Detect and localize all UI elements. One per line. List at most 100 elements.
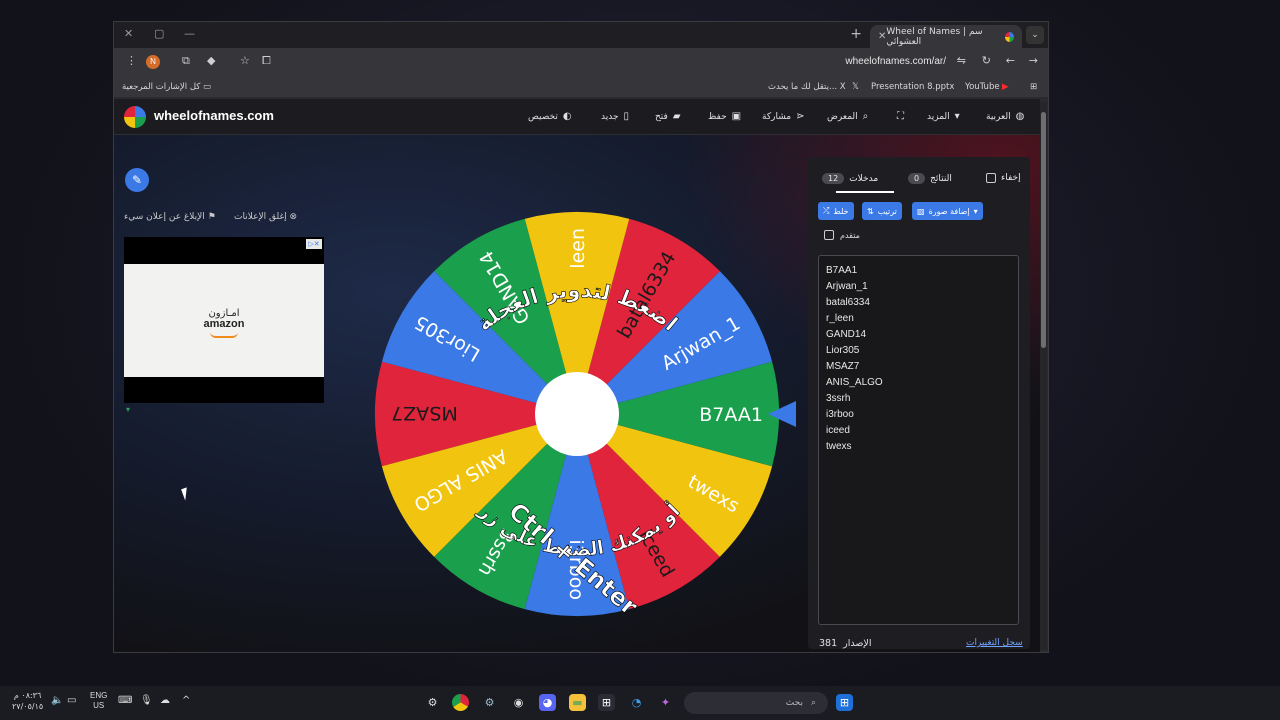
close-circle-icon: ⊗ [289,212,298,222]
file-explorer-icon[interactable]: ▬ [569,694,586,711]
nav-gallery[interactable]: ⌕ المعرض [827,111,868,122]
folder-icon: ▰ [672,111,681,122]
list-item: i3rboo [826,409,854,420]
start-button-icon[interactable]: ⊞ [836,694,853,711]
flag-icon: ⚑ [207,212,216,222]
fullscreen-icon: ⛶ [897,111,904,122]
close-tab-icon[interactable]: ✕ [878,31,886,42]
list-item: MSAZ7 [826,361,860,372]
save-icon: ▣ [731,111,742,122]
hide-toggle[interactable]: إخفاء [986,173,1021,183]
extensions-icon[interactable]: ⧉ [182,54,190,68]
site-settings-icon[interactable]: ⇋ [957,54,966,67]
edge-icon[interactable]: ◔ [628,694,645,711]
nav-new[interactable]: ▯ جديد [601,111,629,122]
volume-icon[interactable]: 🔈 [51,695,63,706]
hide-ads-link[interactable]: إغلق الإعلانات ⊗ [234,212,297,222]
copilot-icon[interactable]: ✦ [657,694,674,711]
advanced-checkbox[interactable] [824,230,834,240]
maximize-icon[interactable]: ▢ [154,27,164,40]
nav-open[interactable]: ▰ فتح [655,111,681,122]
wheel[interactable]: B7AA1 Arjwan_1 batal6334 leen GAND14 Lior305 M… [372,209,782,621]
bookmark-x[interactable]: يتقل لك ما يحدث... X [768,82,846,92]
version-label: الإصدار [843,638,872,649]
app-icon[interactable]: ⚙ [481,694,498,711]
ad-creative[interactable]: امـازون amazon [124,264,324,377]
add-image-button[interactable]: ▾ إضافة صورة ▨ [912,202,983,220]
shuffle-icon: ⤮ [823,206,830,215]
tab-results[interactable]: النتائج 0 [908,173,952,184]
address-bar[interactable]: wheelofnames.com/ar/ [845,56,946,67]
wheel-svg[interactable]: B7AA1Arjwan_1batal6334leenGAND14Lior305M… [372,209,782,621]
nav-customize[interactable]: ◐ تخصيص [528,111,572,122]
bookmark-youtube[interactable]: YouTube [965,82,1000,92]
language-indicator[interactable]: ENG US [90,691,107,711]
version-number: 381 [819,638,838,649]
chevron-up-icon[interactable]: ^ [182,695,190,706]
caret-down-icon: ▾ [973,206,978,216]
nav-language[interactable]: ◍ العربية [986,111,1024,122]
bookmark-star-icon[interactable]: ☆ [240,54,250,67]
share-icon[interactable]: ⧠ [262,54,271,68]
new-tab-button[interactable]: + [850,26,862,42]
list-item: ANIS_ALGO [826,377,883,388]
changelog-link[interactable]: سجل التغييرات [966,638,1023,648]
wheel-slice-label: MSAZ7 [391,402,458,424]
shuffle-button[interactable]: خلط ⤮ [818,202,854,220]
scrollbar-thumb[interactable] [1041,112,1046,348]
clock-date: ٢٧/٠٥/١٥ [12,702,44,711]
back-icon[interactable]: ← [1006,54,1015,67]
settings-gear-icon[interactable]: ⚙ [424,694,441,711]
active-tab-indicator [836,191,894,193]
tab-title: Wheel of Names | سم العشوائي [886,26,983,47]
wheel-center[interactable] [535,372,619,456]
store-icon[interactable]: ⊞ [598,694,615,711]
advertisement[interactable]: امـازون amazon ▷✕ [124,237,324,403]
cloud-icon[interactable]: ☁ [160,695,170,706]
network-icon[interactable]: ▭ [67,695,76,706]
amazon-smile-icon [210,332,238,338]
share-icon: ⋖ [796,111,805,122]
edit-wheel-button[interactable]: ✎ [125,168,149,192]
site-logo[interactable]: wheelofnames.com [154,108,274,123]
nav-fullscreen[interactable]: ⛶ [897,111,904,122]
extension-icon[interactable]: ◆ [207,54,215,67]
reload-icon[interactable]: ↻ [982,54,991,67]
obs-icon[interactable]: ◉ [510,694,527,711]
all-bookmarks[interactable]: كل الإشارات المرجعية ▭ [122,82,211,92]
site-logo-icon[interactable] [124,106,146,128]
nav-more[interactable]: ▾ المزيد [927,111,960,122]
page-scrollbar[interactable] [1040,102,1047,650]
list-item: Arjwan_1 [826,281,868,292]
hide-checkbox[interactable] [986,173,996,183]
browser-tab[interactable]: ✕ Wheel of Names | سم العشوائي [870,25,1022,48]
close-window-icon[interactable]: ✕ [124,27,133,40]
keyboard-icon[interactable]: ⌨ [118,695,132,706]
tab-entries[interactable]: مدخلات 12 [822,173,878,184]
tab-bar: ✕ ▢ — + ✕ Wheel of Names | سم العشوائي ⌄ [114,22,1048,48]
menu-icon[interactable]: ⋮ [126,54,137,67]
sort-button[interactable]: ترتيب ⇅ [862,202,902,220]
sort-icon: ⇅ [867,206,874,216]
discord-icon[interactable]: ◕ [539,694,556,711]
taskbar-search[interactable]: ⌕ بحث [684,692,828,714]
profile-avatar[interactable]: N [146,55,160,69]
report-ad-link[interactable]: الإبلاغ عن إعلان سيء ⚑ [124,212,216,222]
microphone-icon[interactable]: 🎙 [140,695,153,706]
bookmark-presentation[interactable]: Presentation 8.pptx [871,82,954,92]
x-icon: 𝕏 [852,82,859,92]
apps-grid-icon[interactable]: ⊞ [1030,82,1037,92]
tab-search-icon[interactable]: ⌄ [1026,26,1044,44]
nav-share[interactable]: ⋖ مشاركة [762,111,804,122]
advanced-toggle[interactable]: متقدم [824,230,860,240]
tab-favicon-icon [1005,31,1014,42]
nav-save[interactable]: ▣ حفظ [708,111,741,122]
entries-textarea[interactable]: B7AA1 Arjwan_1 batal6334 r_leen GAND14 L… [818,255,1019,625]
wheel-pointer-icon [768,401,796,427]
clock[interactable]: ٠٨:٣٦ م ٢٧/٠٥/١٥ [12,690,43,712]
minimize-icon[interactable]: — [184,27,195,40]
ad-choices-icon[interactable]: ▷✕ [306,239,322,249]
chrome-icon[interactable] [452,694,469,711]
forward-icon[interactable]: → [1029,54,1038,67]
list-item: iceed [826,425,850,436]
